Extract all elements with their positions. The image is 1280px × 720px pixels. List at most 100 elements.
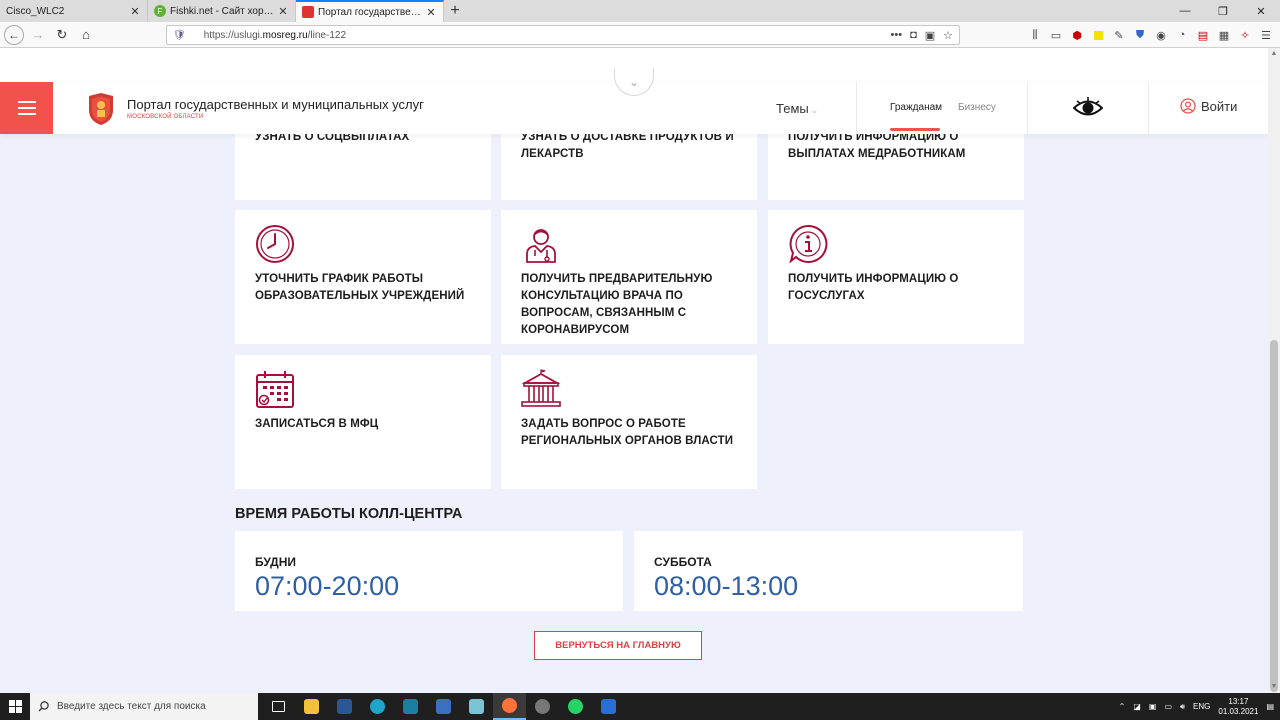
weekdays-hours-card: БУДНИ 07:00-20:00 xyxy=(235,531,623,611)
fishki-icon: F xyxy=(154,5,166,17)
clock-date: 01.03.2021 xyxy=(1218,706,1259,716)
language-indicator[interactable]: ENG xyxy=(1193,702,1210,711)
browser-tab[interactable]: Cisco_WLC2 ✕ xyxy=(0,0,148,22)
account-icon[interactable]: ◉ xyxy=(1155,29,1167,42)
service-card[interactable]: ПОЛУЧИТЬ ИНФОРМАЦИЮ О ГОСУСЛУГАХ xyxy=(768,210,1024,344)
file-explorer-icon[interactable] xyxy=(295,693,328,720)
pocket-icon[interactable]: ◘ xyxy=(910,29,917,42)
library-icon[interactable]: ⫼ xyxy=(1029,29,1041,41)
task-view-icon[interactable] xyxy=(262,693,295,720)
clock[interactable]: 13:17 01.03.2021 xyxy=(1218,697,1258,717)
user-icon xyxy=(1180,98,1196,114)
close-tab-icon[interactable]: ✕ xyxy=(277,5,289,18)
volume-icon[interactable]: 🔊︎ xyxy=(1180,702,1185,712)
ublock-icon[interactable]: ⬢ xyxy=(1071,29,1083,42)
reload-icon[interactable]: ↻ xyxy=(50,23,74,47)
clock-time: 13:17 xyxy=(1228,696,1249,706)
site-title[interactable]: Портал государственных и муниципальных у… xyxy=(127,97,424,112)
url-path: /line-122 xyxy=(307,29,346,41)
back-to-home-button[interactable]: ВЕРНУТЬСЯ НА ГЛАВНУЮ xyxy=(534,631,702,660)
browser-tab-active[interactable]: Портал государственных и му ✕ xyxy=(296,0,444,22)
edge-icon[interactable] xyxy=(361,693,394,720)
home-icon[interactable]: ⌂ xyxy=(74,23,98,47)
accessibility-eye-icon[interactable] xyxy=(1073,97,1103,119)
new-tab-button[interactable]: + xyxy=(444,0,466,22)
close-tab-icon[interactable]: ✕ xyxy=(425,6,437,19)
extension-yellow-icon[interactable] xyxy=(1092,29,1104,41)
themes-dropdown[interactable]: Темы ⌄ xyxy=(776,101,818,116)
page-scrollbar[interactable]: ▲ ▼ xyxy=(1268,48,1280,693)
chevron-down-icon: ⌄ xyxy=(810,105,819,115)
sidebar-icon[interactable]: ▭ xyxy=(1050,29,1062,42)
tray-app-icon[interactable]: ▣ xyxy=(1149,702,1157,711)
extension-icon[interactable]: ✎ xyxy=(1113,29,1125,42)
bookmark-star-icon[interactable]: ☆ xyxy=(943,29,953,42)
windows-start-icon[interactable] xyxy=(0,693,30,720)
whatsapp-icon[interactable] xyxy=(559,693,592,720)
extension-icon[interactable]: ▤ xyxy=(1197,29,1209,42)
tab-citizens[interactable]: Гражданам xyxy=(890,102,942,113)
service-card[interactable]: ЗАДАТЬ ВОПРОС О РАБОТЕ РЕГИОНАЛЬНЫХ ОРГА… xyxy=(501,355,757,489)
browser-tab-bar: Cisco_WLC2 ✕ F Fishki.net - Сайт хорошег… xyxy=(0,0,1280,22)
browser-tab[interactable]: F Fishki.net - Сайт хорошего на ✕ xyxy=(148,0,296,22)
extension-icon[interactable]: ✧ xyxy=(1239,29,1251,42)
close-window-icon[interactable]: ✕ xyxy=(1242,0,1280,22)
header-divider xyxy=(1027,82,1028,134)
tab-title: Cisco_WLC2 xyxy=(6,5,65,17)
search-placeholder: Введите здесь текст для поиска xyxy=(57,701,206,712)
maximize-icon[interactable]: ❐ xyxy=(1204,0,1242,22)
scrollbar-thumb[interactable] xyxy=(1270,340,1278,692)
clock-icon xyxy=(256,225,294,263)
service-card[interactable]: ПОЛУЧИТЬ ПРЕДВАРИТЕЛЬНУЮ КОНСУЛЬТАЦИЮ ВР… xyxy=(501,210,757,344)
chevron-up-icon[interactable]: ⌃ xyxy=(1119,702,1126,711)
page-viewport: ⌄ Портал государственных и муниципальных… xyxy=(0,48,1268,693)
app-w-icon[interactable] xyxy=(526,693,559,720)
extension-icon[interactable]: ▦ xyxy=(1218,29,1230,42)
taskbar-search-input[interactable]: Введите здесь текст для поиска xyxy=(30,693,258,720)
notepad-icon[interactable] xyxy=(460,693,493,720)
service-card-label: ПОЛУЧИТЬ ИНФОРМАЦИЮ О ГОСУСЛУГАХ xyxy=(788,273,959,302)
search-icon xyxy=(38,701,49,712)
url-prefix: https://uslugi. xyxy=(203,29,263,41)
extension-icon[interactable]: ◔ xyxy=(1176,29,1188,41)
forward-arrow-icon[interactable]: → xyxy=(26,23,50,47)
close-tab-icon[interactable]: ✕ xyxy=(129,5,141,18)
network-tool-icon[interactable] xyxy=(427,693,460,720)
service-card-label: ЗАДАТЬ ВОПРОС О РАБОТЕ РЕГИОНАЛЬНЫХ ОРГА… xyxy=(521,418,734,447)
url-bar[interactable]: 🛡 https://uslugi. mosreg.ru/line-122 ••• … xyxy=(166,25,960,45)
service-card[interactable]: УТОЧНИТЬ ГРАФИК РАБОТЫ ОБРАЗОВАТЕЛЬНЫХ У… xyxy=(235,210,491,344)
minimize-icon[interactable]: — xyxy=(1166,0,1204,22)
vpn-icon[interactable]: ⛊ xyxy=(1134,29,1146,41)
saturday-label: СУББОТА xyxy=(654,555,712,569)
tab-title: Портал государственных и му xyxy=(318,6,425,18)
scroll-down-icon[interactable]: ▼ xyxy=(1268,681,1280,693)
saturday-hours-card: СУББОТА 08:00-13:00 xyxy=(634,531,1023,611)
firefox-icon[interactable] xyxy=(493,693,526,720)
service-card-label: УТОЧНИТЬ ГРАФИК РАБОТЫ ОБРАЗОВАТЕЛЬНЫХ У… xyxy=(255,273,465,302)
themes-label: Темы xyxy=(776,101,809,116)
hamburger-menu-button[interactable] xyxy=(0,82,53,134)
service-card-label: УЗНАТЬ О ДОСТАВКЕ ПРОДУКТОВ И ЛЕКАРСТВ xyxy=(521,131,734,160)
mosreg-icon xyxy=(302,6,314,18)
tab-business[interactable]: Бизнесу xyxy=(958,102,996,113)
more-icon[interactable]: ••• xyxy=(891,29,903,42)
scroll-up-icon[interactable]: ▲ xyxy=(1268,48,1280,60)
doctor-icon xyxy=(526,229,556,263)
word-icon[interactable] xyxy=(328,693,361,720)
service-card-label: ПОЛУЧИТЬ ПРЕДВАРИТЕЛЬНУЮ КОНСУЛЬТАЦИЮ ВР… xyxy=(521,273,713,336)
app-cloud-icon[interactable] xyxy=(592,693,625,720)
weekdays-label: БУДНИ xyxy=(255,555,297,569)
menu-icon[interactable]: ☰ xyxy=(1260,29,1272,42)
translate-icon[interactable]: ▣ xyxy=(925,29,935,42)
saturday-time: 08:00-13:00 xyxy=(654,571,799,601)
calendar-icon xyxy=(256,371,294,408)
back-arrow-icon[interactable]: ← xyxy=(4,24,24,45)
tray-app-icon[interactable]: ◪ xyxy=(1133,702,1141,711)
notifications-icon[interactable]: ▤ xyxy=(1266,702,1274,711)
login-button[interactable]: Войти xyxy=(1180,98,1237,114)
active-tab-underline xyxy=(890,128,940,131)
header-divider xyxy=(1148,82,1149,134)
service-card[interactable]: ЗАПИСАТЬСЯ В МФЦ xyxy=(235,355,491,489)
app-icon[interactable] xyxy=(394,693,427,720)
network-icon[interactable]: ▭ xyxy=(1164,702,1172,711)
